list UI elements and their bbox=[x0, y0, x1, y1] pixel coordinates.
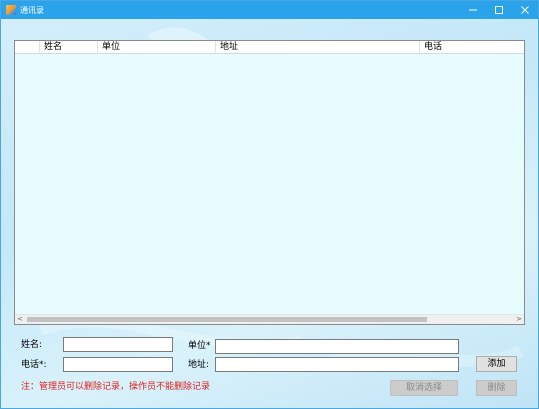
unit-input[interactable] bbox=[215, 339, 459, 354]
close-button[interactable] bbox=[512, 1, 538, 19]
cancel-selection-button[interactable]: 取消选择 bbox=[390, 380, 458, 396]
maximize-icon bbox=[495, 6, 503, 14]
column-header-unit[interactable]: 单位 bbox=[97, 41, 215, 54]
app-icon bbox=[6, 5, 16, 15]
address-label: 地址: bbox=[188, 360, 210, 370]
name-input[interactable] bbox=[63, 337, 173, 352]
maximize-button[interactable] bbox=[486, 1, 512, 19]
window-title: 通讯录 bbox=[20, 5, 44, 15]
column-header-phone[interactable]: 电话 bbox=[419, 41, 524, 54]
permission-note: 注：管理员可以删除记录，操作员不能删除记录 bbox=[21, 382, 211, 392]
contacts-list[interactable]: 姓名 单位 地址 电话 < > bbox=[14, 40, 525, 325]
scroll-left-icon[interactable]: < bbox=[15, 315, 25, 324]
scroll-right-icon[interactable]: > bbox=[514, 315, 524, 324]
close-icon bbox=[521, 6, 529, 14]
phone-label: 电话*: bbox=[21, 360, 47, 370]
delete-button[interactable]: 删除 bbox=[476, 380, 517, 396]
minimize-icon bbox=[469, 9, 477, 11]
phone-input[interactable] bbox=[63, 357, 173, 372]
column-header-address[interactable]: 地址 bbox=[215, 41, 419, 54]
address-input[interactable] bbox=[215, 357, 459, 372]
name-label: 姓名: bbox=[21, 340, 43, 350]
horizontal-scrollbar[interactable]: < > bbox=[15, 314, 524, 324]
minimize-button[interactable] bbox=[460, 1, 486, 19]
unit-label: 单位* bbox=[188, 341, 211, 351]
add-button[interactable]: 添加 bbox=[476, 356, 517, 372]
column-header-name[interactable]: 姓名 bbox=[39, 41, 97, 54]
title-bar[interactable]: 通讯录 bbox=[1, 1, 538, 19]
address-book-window: 通讯录 姓名 单位 地址 电话 < > 姓名: 单位* 电话*: 地址: 添加 bbox=[0, 0, 539, 409]
scrollbar-thumb[interactable] bbox=[27, 317, 427, 322]
list-header: 姓名 单位 地址 电话 bbox=[15, 41, 524, 54]
header-spacer bbox=[15, 41, 39, 54]
